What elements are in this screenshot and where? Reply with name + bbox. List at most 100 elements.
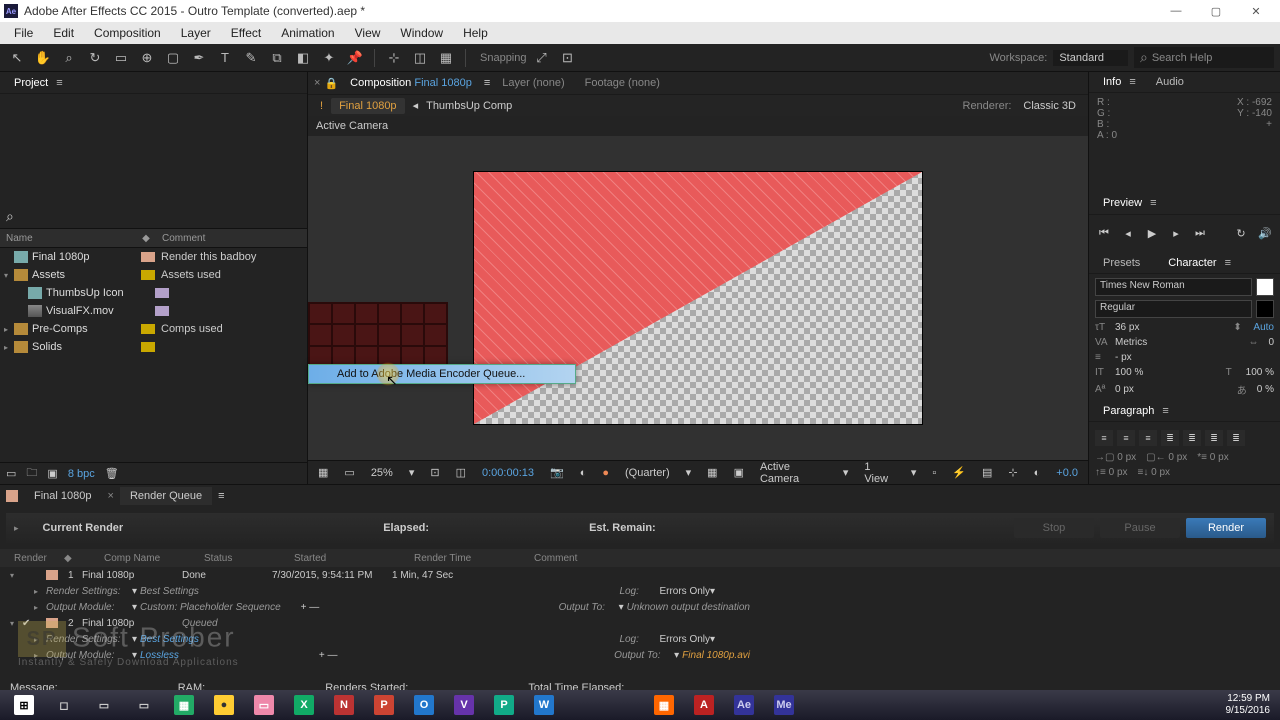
eraser-tool-icon[interactable]: ◧ xyxy=(292,47,314,69)
project-item[interactable]: VisualFX.mov xyxy=(0,302,307,320)
align-right-icon[interactable]: ≡ xyxy=(1139,430,1157,446)
snap-icon[interactable]: ⤢ xyxy=(531,47,553,69)
prev-frame-icon[interactable]: ◂ xyxy=(1119,225,1137,243)
job2-check[interactable]: ✔ xyxy=(22,618,36,629)
timeline-tag-icon[interactable] xyxy=(6,490,18,502)
brush-tool-icon[interactable]: ✎ xyxy=(240,47,262,69)
taskbar-app[interactable]: Ae xyxy=(724,692,764,718)
font-family-dropdown[interactable]: Times New Roman xyxy=(1095,278,1252,296)
menu-composition[interactable]: Composition xyxy=(84,23,171,43)
rotate-tool-icon[interactable]: ↻ xyxy=(84,47,106,69)
presets-tab[interactable]: Presets xyxy=(1095,254,1148,272)
project-item[interactable]: ▸Pre-CompsComps used xyxy=(0,320,307,338)
indent-first-value[interactable]: 0 px xyxy=(1210,452,1229,463)
camera-tool-icon[interactable]: ▭ xyxy=(110,47,132,69)
job2-log-value[interactable]: Errors Only xyxy=(659,634,710,645)
leading-value[interactable]: Auto xyxy=(1253,322,1274,333)
3d-icon[interactable]: ▣ xyxy=(730,466,748,479)
taskbar-app[interactable] xyxy=(604,692,644,718)
bpc-button[interactable]: 8 bpc xyxy=(68,468,95,480)
justify-center-icon[interactable]: ≣ xyxy=(1183,430,1201,446)
timeline-close-icon[interactable]: × xyxy=(108,490,114,502)
shape-tool-icon[interactable]: ▢ xyxy=(162,47,184,69)
mute-icon[interactable]: 🔊 xyxy=(1256,225,1274,243)
space-after-value[interactable]: 0 px xyxy=(1151,467,1170,478)
proj-folder-icon[interactable]: 🗀 xyxy=(26,464,37,483)
last-frame-icon[interactable]: ⏭ xyxy=(1191,225,1209,243)
taskbar-app[interactable]: ▦ xyxy=(644,692,684,718)
menu-help[interactable]: Help xyxy=(453,23,498,43)
comp-menu-icon[interactable]: ≡ xyxy=(484,77,490,89)
kerning-value[interactable]: Metrics xyxy=(1115,337,1147,348)
exposure-value[interactable]: +0.0 xyxy=(1052,467,1082,479)
timeline-tab-comp[interactable]: Final 1080p xyxy=(24,487,102,505)
taskbar-app[interactable] xyxy=(564,692,604,718)
mesh-tool-icon[interactable]: ▦ xyxy=(435,47,457,69)
job1-twisty[interactable]: ▾ xyxy=(10,571,22,580)
col-tag[interactable]: ◆ xyxy=(136,233,156,244)
job2-rs-value[interactable]: Best Settings xyxy=(140,634,199,645)
exposure-reset-icon[interactable]: ◐ xyxy=(1030,467,1045,479)
baseline-value[interactable]: 0 px xyxy=(1115,384,1134,395)
info-tab[interactable]: Info xyxy=(1095,73,1129,91)
vscale-value[interactable]: 100 % xyxy=(1115,367,1143,378)
snap-edge-icon[interactable]: ⊡ xyxy=(557,47,579,69)
layer-tab[interactable]: Layer (none) xyxy=(494,74,572,92)
job2-om-value[interactable]: Lossless xyxy=(140,650,179,661)
selection-tool-icon[interactable]: ↖ xyxy=(6,47,28,69)
first-frame-icon[interactable]: ⏮ xyxy=(1095,225,1113,243)
align-center-icon[interactable]: ≡ xyxy=(1117,430,1135,446)
trash-icon[interactable]: 🗑 xyxy=(105,467,119,480)
next-frame-icon[interactable]: ▸ xyxy=(1167,225,1185,243)
panel-menu-icon[interactable]: ≡ xyxy=(56,77,62,89)
justify-right-icon[interactable]: ≣ xyxy=(1205,430,1223,446)
indent-left-value[interactable]: 0 px xyxy=(1117,452,1136,463)
breadcrumb-back-icon[interactable]: ◂ xyxy=(413,99,419,112)
workspace-dropdown[interactable]: Standard xyxy=(1053,50,1128,66)
pause-button[interactable]: Pause xyxy=(1100,518,1180,538)
proj-interpret-icon[interactable]: ▭ xyxy=(6,467,16,480)
roi-icon[interactable]: ◫ xyxy=(452,466,470,479)
menu-view[interactable]: View xyxy=(345,23,391,43)
taskbar-app[interactable]: ◻ xyxy=(44,692,84,718)
taskbar-app[interactable]: Me xyxy=(764,692,804,718)
col-comment[interactable]: Comment xyxy=(156,233,301,244)
menu-edit[interactable]: Edit xyxy=(43,23,84,43)
render-button[interactable]: Render xyxy=(1186,518,1266,538)
font-size-value[interactable]: 36 px xyxy=(1115,322,1139,333)
resolution-dropdown[interactable]: (Quarter) xyxy=(621,467,674,479)
roto-tool-icon[interactable]: ✦ xyxy=(318,47,340,69)
play-icon[interactable]: ▶ xyxy=(1143,225,1161,243)
views-dropdown[interactable]: 1 View xyxy=(860,461,898,485)
renderer-value[interactable]: Classic 3D xyxy=(1023,100,1076,112)
snapping-label[interactable]: Snapping xyxy=(480,52,527,64)
fast-preview-icon[interactable]: ⚡ xyxy=(948,466,970,479)
composition-viewport[interactable] xyxy=(308,136,1088,460)
tracking-value[interactable]: 0 xyxy=(1268,337,1274,348)
zoom-tool-icon[interactable]: ⌕ xyxy=(58,47,80,69)
taskbar-app[interactable]: W xyxy=(524,692,564,718)
job1-log-value[interactable]: Errors Only xyxy=(659,586,710,597)
taskbar-app[interactable]: ● xyxy=(204,692,244,718)
project-item[interactable]: Final 1080pRender this badboy xyxy=(0,248,307,266)
mask-tool-icon[interactable]: ◫ xyxy=(409,47,431,69)
anchor-tool-icon[interactable]: ⊹ xyxy=(383,47,405,69)
taskbar-app[interactable]: ▭ xyxy=(124,692,164,718)
res-full-icon[interactable]: ⊡ xyxy=(426,466,443,479)
taskbar-app[interactable]: P xyxy=(364,692,404,718)
pen-tool-icon[interactable]: ✒ xyxy=(188,47,210,69)
menu-effect[interactable]: Effect xyxy=(221,23,271,43)
paragraph-tab[interactable]: Paragraph xyxy=(1095,402,1162,420)
job1-ot-value[interactable]: Unknown output destination xyxy=(627,602,750,613)
hand-tool-icon[interactable]: ✋ xyxy=(32,47,54,69)
taskbar-app[interactable]: ▦ xyxy=(164,692,204,718)
project-item[interactable]: ThumbsUp Icon xyxy=(0,284,307,302)
menu-animation[interactable]: Animation xyxy=(271,23,344,43)
puppet-tool-icon[interactable]: 📌 xyxy=(344,47,366,69)
proj-comp-icon[interactable]: ▣ xyxy=(47,467,57,480)
breadcrumb-1[interactable]: Final 1080p xyxy=(331,98,405,114)
space-before-value[interactable]: 0 px xyxy=(1109,467,1128,478)
taskbar-app[interactable]: V xyxy=(444,692,484,718)
minimize-button[interactable]: — xyxy=(1156,0,1196,22)
stroke-width-value[interactable]: - px xyxy=(1115,352,1132,363)
